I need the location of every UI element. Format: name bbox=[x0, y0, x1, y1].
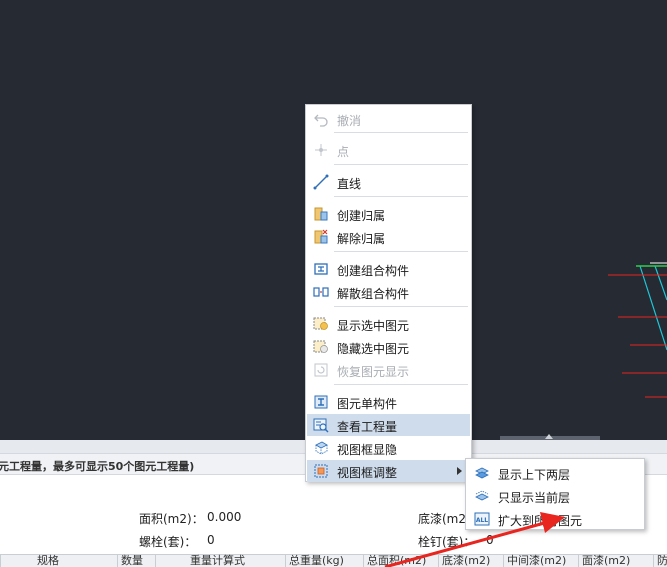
menu-item-single-component[interactable]: 图元单构件 bbox=[307, 391, 470, 413]
menu-item-create-group[interactable]: 创建组合构件 bbox=[307, 258, 470, 280]
menu-item-restore-display[interactable]: 恢复图元显示 bbox=[307, 359, 470, 381]
menu-item-label: 解散组合构件 bbox=[337, 287, 410, 301]
menu-separator bbox=[334, 306, 468, 307]
menu-item-label: 创建组合构件 bbox=[337, 264, 410, 278]
view-frame-submenu: 显示上下两层 只显示当前层 ALL 扩大到所有图元 bbox=[465, 458, 645, 530]
view-frame-toggle-icon bbox=[315, 441, 328, 455]
column-header[interactable]: 总面积(m2) bbox=[363, 555, 438, 567]
menu-item-label: 直线 bbox=[337, 177, 362, 191]
submenu-item-label: 显示上下两层 bbox=[498, 468, 571, 482]
show-selected-icon bbox=[313, 317, 328, 330]
expand-all-icon: ALL bbox=[474, 512, 490, 526]
submenu-item-show-two-layers[interactable]: 显示上下两层 bbox=[467, 462, 643, 484]
submenu-arrow-icon bbox=[457, 467, 462, 475]
menu-item-show-selected[interactable]: 显示选中图元 bbox=[307, 313, 470, 335]
area-label: 面积(m2)： bbox=[139, 512, 204, 526]
menu-item-hide-selected[interactable]: 隐藏选中图元 bbox=[307, 336, 470, 358]
menu-separator bbox=[334, 132, 468, 133]
column-header[interactable]: 中间漆(m2) bbox=[503, 555, 578, 567]
menu-item-view-frame-adjust[interactable]: 视图框调整 bbox=[307, 460, 470, 482]
column-header[interactable]: 防 bbox=[653, 555, 667, 567]
restore-display-icon bbox=[314, 363, 328, 377]
quantity-table-header: 规格 数量 重量计算式 总重量(kg) 总面积(m2) 底漆(m2) 中间漆(m… bbox=[0, 554, 667, 567]
menu-separator bbox=[334, 196, 468, 197]
menu-item-view-quantity[interactable]: 查看工程量 bbox=[307, 414, 470, 436]
view-frame-adjust-icon bbox=[314, 464, 328, 478]
menu-separator bbox=[334, 384, 468, 385]
current-layer-icon bbox=[475, 490, 489, 501]
menu-item-label: 显示选中图元 bbox=[337, 319, 410, 333]
submenu-item-label: 扩大到所有图元 bbox=[498, 514, 583, 528]
bolt-label: 螺栓(套)： bbox=[139, 535, 197, 549]
layers-up-down-icon bbox=[475, 467, 489, 479]
menu-item-label: 创建归属 bbox=[337, 209, 386, 223]
column-header[interactable]: 重量计算式 bbox=[155, 555, 285, 567]
menu-item-label: 查看工程量 bbox=[337, 420, 398, 434]
column-header[interactable]: 面漆(m2) bbox=[578, 555, 653, 567]
column-header[interactable]: 规格 bbox=[0, 555, 117, 567]
menu-item-label: 视图框显隐 bbox=[337, 443, 398, 457]
menu-separator bbox=[334, 251, 468, 252]
create-group-icon bbox=[314, 263, 328, 275]
menu-item-create-ownership[interactable]: 创建归属 bbox=[307, 203, 470, 225]
menu-item-label: 隐藏选中图元 bbox=[337, 342, 410, 356]
single-component-icon bbox=[314, 395, 328, 409]
dissolve-group-icon bbox=[313, 287, 329, 297]
menu-item-undo[interactable]: 撤消 bbox=[307, 108, 470, 130]
bolt-value: 0 bbox=[207, 533, 215, 547]
submenu-item-expand-all[interactable]: ALL 扩大到所有图元 bbox=[467, 508, 643, 530]
peg-label: 栓钉(套)： bbox=[418, 535, 476, 549]
menu-item-label: 视图框调整 bbox=[337, 466, 398, 480]
point-icon bbox=[315, 144, 327, 156]
view-quantity-icon bbox=[313, 418, 329, 433]
menu-item-remove-ownership[interactable]: 解除归属 bbox=[307, 226, 470, 248]
create-ownership-icon bbox=[314, 207, 328, 221]
menu-item-label: 撤消 bbox=[337, 114, 362, 128]
submenu-item-current-layer[interactable]: 只显示当前层 bbox=[467, 485, 643, 507]
line-icon bbox=[313, 174, 329, 190]
menu-item-label: 点 bbox=[337, 145, 350, 159]
submenu-item-label: 只显示当前层 bbox=[498, 491, 571, 505]
hide-selected-icon bbox=[313, 340, 328, 353]
column-header[interactable]: 数量 bbox=[117, 555, 155, 567]
menu-item-label: 恢复图元显示 bbox=[337, 365, 410, 379]
cad-line bbox=[654, 265, 667, 301]
menu-item-label: 图元单构件 bbox=[337, 397, 398, 411]
menu-item-view-frame-toggle[interactable]: 视图框显隐 bbox=[307, 437, 470, 459]
context-menu: 撤消 点 直线 创建归属 解除归属 创建组合构件 解散组合构件 显示选中图元 隐… bbox=[305, 104, 472, 482]
expand-all-badge: ALL bbox=[476, 517, 488, 524]
cad-line bbox=[639, 265, 667, 351]
menu-item-dissolve-group[interactable]: 解散组合构件 bbox=[307, 281, 470, 303]
menu-item-line[interactable]: 直线 bbox=[307, 171, 470, 193]
menu-item-label: 解除归属 bbox=[337, 232, 386, 246]
column-header[interactable]: 底漆(m2) bbox=[438, 555, 503, 567]
peg-value: 0 bbox=[486, 533, 494, 547]
panel-header-text: 元工程量，最多可显示50个图元工程量) bbox=[0, 460, 195, 473]
undo-icon bbox=[314, 114, 328, 127]
remove-ownership-icon bbox=[314, 229, 328, 244]
menu-separator bbox=[334, 164, 468, 165]
column-header[interactable]: 总重量(kg) bbox=[285, 555, 363, 567]
scroll-up-arrow-icon[interactable] bbox=[545, 434, 553, 439]
area-value: 0.000 bbox=[207, 510, 242, 524]
bottom-paint-label: 底漆(m2) bbox=[418, 512, 471, 526]
menu-item-point[interactable]: 点 bbox=[307, 139, 470, 161]
